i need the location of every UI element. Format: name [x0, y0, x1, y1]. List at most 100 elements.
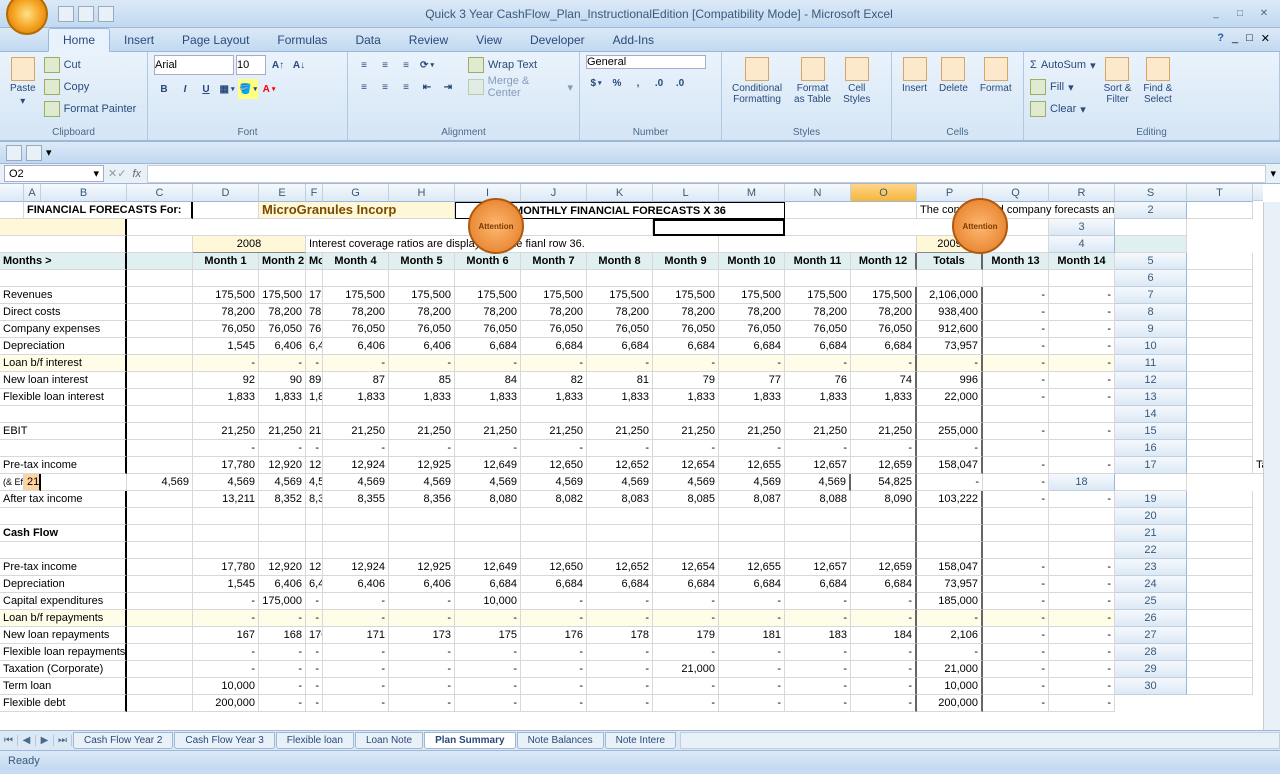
number-format-select[interactable] — [586, 55, 706, 69]
orientation-button[interactable]: ⟳ — [417, 55, 437, 75]
percent-button[interactable]: % — [607, 73, 627, 93]
underline-button[interactable]: U — [196, 79, 216, 99]
font-size-input[interactable] — [236, 55, 266, 75]
delete-cells-button[interactable]: Delete — [935, 55, 972, 125]
align-left-button[interactable]: ≡ — [354, 77, 374, 97]
align-center-button[interactable]: ≡ — [375, 77, 395, 97]
bold-button[interactable]: B — [154, 79, 174, 99]
qat-save-icon[interactable] — [58, 6, 74, 22]
name-box[interactable]: O2▾ — [4, 165, 104, 182]
tab-formulas[interactable]: Formulas — [263, 29, 341, 51]
find-select-button[interactable]: Find & Select — [1139, 55, 1176, 125]
group-font-label: Font — [154, 125, 341, 138]
expand-formula-icon[interactable]: ▾ — [1266, 167, 1280, 180]
insert-cells-button[interactable]: Insert — [898, 55, 931, 125]
comma-button[interactable]: , — [628, 73, 648, 93]
help-icon[interactable]: ? — [1217, 32, 1224, 45]
sheet-tab[interactable]: Loan Note — [355, 732, 423, 749]
attention-seal-1: Attention — [468, 198, 524, 254]
window-close-icon[interactable]: ✕ — [1261, 32, 1270, 45]
border-button[interactable]: ▦ — [217, 79, 237, 99]
fill-button[interactable]: Fill ▾ — [1030, 77, 1096, 97]
decrease-decimal-button[interactable]: .0 — [670, 73, 690, 93]
qat2-btn-icon[interactable] — [26, 145, 42, 161]
sheet-tab-active[interactable]: Plan Summary — [424, 732, 515, 749]
currency-button[interactable]: $ — [586, 73, 606, 93]
group-clipboard-label: Clipboard — [6, 125, 141, 138]
format-cells-button[interactable]: Format — [976, 55, 1016, 125]
fx-icon[interactable]: fx — [132, 168, 141, 180]
window-restore-icon[interactable]: □ — [1246, 32, 1253, 45]
tab-insert[interactable]: Insert — [110, 29, 168, 51]
tab-view[interactable]: View — [462, 29, 516, 51]
tab-home[interactable]: Home — [48, 28, 110, 52]
tab-page-layout[interactable]: Page Layout — [168, 29, 263, 51]
align-top-button[interactable]: ≡ — [354, 55, 374, 75]
copy-icon — [44, 79, 60, 95]
tab-last-icon[interactable]: ⏭ — [54, 735, 72, 746]
sheet-tab[interactable]: Note Intere — [605, 732, 676, 749]
ribbon: Paste▾ Cut Copy Format Painter Clipboard… — [0, 52, 1280, 142]
sheet-tab[interactable]: Note Balances — [517, 732, 604, 749]
merge-center-button[interactable]: Merge & Center ▾ — [468, 77, 573, 97]
window-title: Quick 3 Year CashFlow_Plan_Instructional… — [114, 7, 1204, 21]
minimize-button[interactable]: _ — [1204, 5, 1228, 23]
align-middle-button[interactable]: ≡ — [375, 55, 395, 75]
sort-filter-button[interactable]: Sort & Filter — [1100, 55, 1136, 125]
cell-styles-button[interactable]: Cell Styles — [839, 55, 874, 125]
increase-indent-button[interactable]: ⇥ — [438, 77, 458, 97]
format-painter-button[interactable]: Format Painter — [44, 99, 137, 119]
increase-decimal-button[interactable]: .0 — [649, 73, 669, 93]
shrink-font-button[interactable]: A↓ — [289, 55, 309, 75]
wrap-text-button[interactable]: Wrap Text — [468, 55, 573, 75]
qat-redo-icon[interactable] — [98, 6, 114, 22]
font-name-input[interactable] — [154, 55, 234, 75]
conditional-formatting-button[interactable]: Conditional Formatting — [728, 55, 786, 125]
formula-input[interactable] — [147, 165, 1266, 183]
grid[interactable]: ABCDEFGHIJKLMNOPQRST1FINANCIAL FORECASTS… — [0, 184, 1263, 712]
tab-review[interactable]: Review — [395, 29, 462, 51]
vertical-scrollbar[interactable] — [1263, 202, 1280, 730]
quick-access-toolbar — [58, 6, 114, 22]
sheet-tab[interactable]: Flexible loan — [276, 732, 354, 749]
paste-button[interactable]: Paste▾ — [6, 55, 40, 125]
qat2-save-icon[interactable] — [6, 145, 22, 161]
tab-data[interactable]: Data — [341, 29, 394, 51]
find-icon — [1146, 57, 1170, 81]
sheet-tab[interactable]: Cash Flow Year 3 — [174, 732, 274, 749]
table-icon — [801, 57, 825, 81]
tab-first-icon[interactable]: ⏮ — [0, 735, 18, 746]
tab-developer[interactable]: Developer — [516, 29, 599, 51]
close-button[interactable]: ✕ — [1252, 5, 1276, 23]
italic-button[interactable]: I — [175, 79, 195, 99]
align-bottom-button[interactable]: ≡ — [396, 55, 416, 75]
group-cells-label: Cells — [898, 125, 1017, 138]
qat2-dropdown-icon[interactable]: ▾ — [46, 146, 52, 159]
title-bar: Quick 3 Year CashFlow_Plan_Instructional… — [0, 0, 1280, 28]
autosum-button[interactable]: Σ AutoSum ▾ — [1030, 55, 1096, 75]
format-as-table-button[interactable]: Format as Table — [790, 55, 835, 125]
enter-formula-icon[interactable]: ✓ — [117, 167, 126, 180]
decrease-indent-button[interactable]: ⇤ — [417, 77, 437, 97]
horizontal-scrollbar[interactable] — [680, 732, 1280, 749]
fill-color-button[interactable]: 🪣 — [238, 79, 258, 99]
clear-button[interactable]: Clear ▾ — [1030, 99, 1096, 119]
cancel-formula-icon[interactable]: ✕ — [108, 167, 117, 180]
sheet-tab[interactable]: Cash Flow Year 2 — [73, 732, 173, 749]
qat-undo-icon[interactable] — [78, 6, 94, 22]
insert-icon — [903, 57, 927, 81]
align-right-button[interactable]: ≡ — [396, 77, 416, 97]
worksheet-area: ABCDEFGHIJKLMNOPQRST1FINANCIAL FORECASTS… — [0, 184, 1280, 730]
restore-button[interactable]: □ — [1228, 5, 1252, 23]
tab-addins[interactable]: Add-Ins — [599, 29, 668, 51]
tab-prev-icon[interactable]: ◀ — [18, 735, 36, 746]
sigma-icon: Σ — [1030, 59, 1037, 71]
tab-next-icon[interactable]: ▶ — [36, 735, 54, 746]
status-bar: Ready — [0, 750, 1280, 770]
font-color-button[interactable]: A — [259, 79, 279, 99]
grow-font-button[interactable]: A↑ — [268, 55, 288, 75]
cut-button[interactable]: Cut — [44, 55, 137, 75]
status-text: Ready — [8, 755, 40, 767]
minimize-ribbon-icon[interactable]: _ — [1232, 32, 1238, 45]
copy-button[interactable]: Copy — [44, 77, 137, 97]
